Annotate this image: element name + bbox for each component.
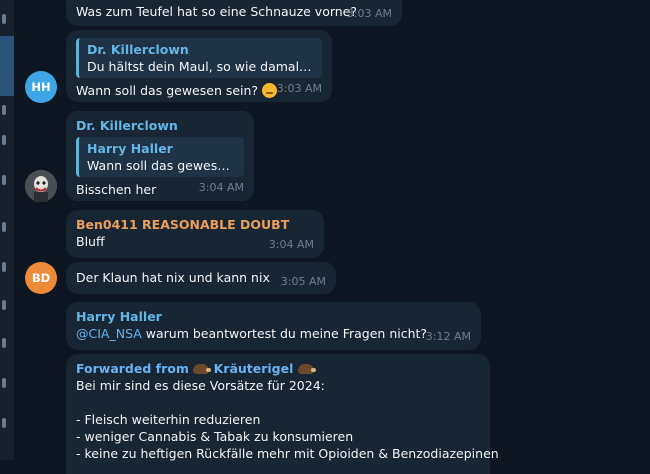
message-bubble[interactable]: Dr. Killerclown Harry Haller Wann soll d… (66, 111, 254, 201)
selected-chat-indicator (0, 36, 14, 96)
message-bubble[interactable]: Dr. Killerclown Du hältst dein Maul, so … (66, 30, 332, 102)
message-line: - keine zu heftigen Rückfälle mehr mit O… (76, 446, 499, 461)
message-line: - Fleisch weiterhin reduzieren (76, 412, 261, 427)
message-text: Was zum Teufel hat so eine Schnauze vorn… (76, 4, 358, 19)
unread-marker (2, 14, 6, 24)
reply-quote[interactable]: Dr. Killerclown Du hältst dein Maul, so … (76, 38, 322, 78)
message-bubble[interactable]: Der Klaun hat nix und kann nix 3:05 AM (66, 262, 336, 294)
unread-marker (2, 135, 6, 145)
message-line (76, 394, 480, 411)
forwarded-message-bubble[interactable]: Forwarded from Kräuterigel Bei mir sind … (66, 354, 499, 474)
message-time: 3:12 AM (425, 330, 471, 343)
message-time: 3:04 AM (268, 238, 314, 251)
user-mention-link[interactable]: @CIA_NSA (76, 326, 142, 341)
avatar[interactable] (25, 170, 57, 202)
unread-marker (2, 378, 6, 388)
message-time: 3:03 AM (276, 82, 322, 95)
thinking-emoji-icon (262, 83, 278, 98)
sender-name[interactable]: Harry Haller (76, 308, 471, 325)
clown-avatar-image (25, 170, 57, 202)
unread-marker (2, 175, 6, 185)
reply-quote[interactable]: Harry Haller Wann soll das gewese... (76, 137, 244, 177)
avatar[interactable]: BD (25, 262, 57, 294)
message-line: Bei mir sind es diese Vorsätze für 2024: (76, 378, 325, 393)
quote-text: Du hältst dein Maul, so wie damals (87, 59, 306, 74)
message-time: 3:03 AM (346, 7, 392, 20)
forwarded-header[interactable]: Forwarded from Kräuterigel (76, 360, 480, 377)
avatar[interactable]: HH (25, 71, 57, 103)
unread-marker (2, 418, 6, 428)
forwarded-label: Forwarded from (76, 361, 189, 376)
unread-marker (2, 105, 6, 115)
message-text: warum beantwortest du meine Fragen nicht… (141, 326, 428, 341)
unread-marker (2, 222, 6, 232)
sender-name[interactable]: Dr. Killerclown (76, 117, 244, 134)
message-time: 3:05 AM (280, 275, 326, 288)
message-pane[interactable]: Was zum Teufel hat so eine Schnauze vorn… (14, 0, 650, 474)
quote-author: Dr. Killerclown (87, 42, 189, 57)
message-line: - weniger Cannabis & Tabak zu konsumiere… (76, 429, 354, 444)
quote-text: Wann soll das gewese... (87, 158, 236, 173)
hedgehog-emoji-icon (297, 364, 316, 374)
chat-list-sidebar[interactable] (0, 0, 14, 460)
hedgehog-emoji-icon (193, 364, 212, 374)
unread-marker (2, 262, 6, 272)
message-text: Wann soll das gewesen sein? (76, 83, 259, 98)
unread-marker (2, 338, 6, 348)
message-bubble[interactable]: Ben0411 REASONABLE DOUBT Bluff 3:04 AM (66, 210, 324, 258)
sender-name[interactable]: Ben0411 REASONABLE DOUBT (76, 216, 314, 233)
message-time: 3:04 AM (198, 181, 244, 194)
message-bubble[interactable]: Harry Haller @CIA_NSA warum beantwortest… (66, 302, 481, 350)
quote-author: Harry Haller (87, 141, 173, 156)
unread-marker (2, 300, 6, 310)
message-bubble[interactable]: Was zum Teufel hat so eine Schnauze vorn… (66, 0, 402, 26)
forwarded-source-name[interactable]: Kräuterigel (214, 361, 294, 376)
